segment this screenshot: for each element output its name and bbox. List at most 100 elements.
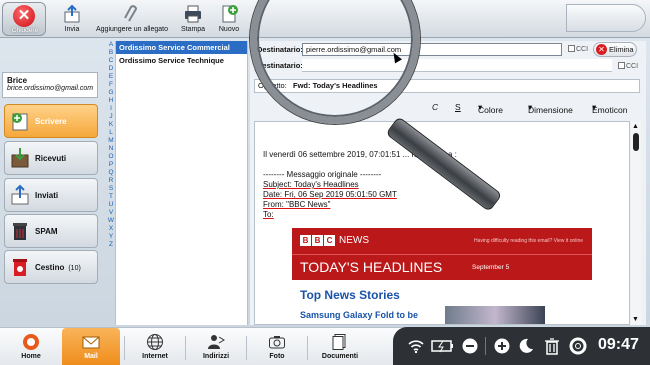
contacts-icon xyxy=(208,335,225,349)
alphabet-letter[interactable]: N xyxy=(107,145,115,153)
task-mail[interactable]: Mail xyxy=(62,328,120,365)
task-contacts[interactable]: Indirizzi xyxy=(187,328,245,365)
underline-button[interactable]: S xyxy=(455,102,461,112)
moon-icon[interactable] xyxy=(517,337,535,355)
globe-icon xyxy=(147,334,163,350)
top-news-heading: Top News Stories xyxy=(300,288,400,302)
view-online-note[interactable]: Having difficulty reading this email? Vi… xyxy=(474,238,583,244)
folder-trash[interactable]: Cestino (10) xyxy=(4,250,98,284)
folder-label: Scrivere xyxy=(35,117,67,126)
spam-bin-icon xyxy=(13,223,27,240)
new-button[interactable]: Nuovo xyxy=(216,2,242,36)
recipient-input[interactable]: pierre.ordissimo@gmail.com xyxy=(302,43,562,56)
send-button[interactable]: Invia xyxy=(58,2,86,36)
paperclip-icon xyxy=(124,5,138,22)
alphabet-letter[interactable]: O xyxy=(107,153,115,161)
contacts-list: Ordissimo Service Commercial Ordissimo S… xyxy=(115,41,248,325)
alphabet-letter[interactable]: F xyxy=(107,81,115,89)
alphabet-letter[interactable]: Y xyxy=(107,233,115,241)
contact-item[interactable]: Ordissimo Service Commercial xyxy=(116,41,247,54)
alphabet-letter[interactable]: L xyxy=(107,129,115,137)
scroll-thumb[interactable] xyxy=(633,133,639,151)
to-label: Destinatario: xyxy=(257,45,303,54)
alphabet-letter[interactable]: Q xyxy=(107,169,115,177)
help-lifebuoy-icon[interactable] xyxy=(569,337,587,355)
italic-button[interactable]: C xyxy=(432,102,438,112)
alphabet-letter[interactable]: R xyxy=(107,177,115,185)
banner-date: September 5 xyxy=(472,264,510,271)
alphabet-letter[interactable]: J xyxy=(107,113,115,121)
bbc-logo: B B C NEWS xyxy=(300,235,369,246)
user-name: Brice xyxy=(7,76,28,85)
new-document-icon xyxy=(222,5,238,23)
message-editor[interactable]: Il venerdì 06 settembre 2019, 07:01:51 .… xyxy=(254,121,630,325)
alphabet-letter[interactable]: T xyxy=(107,193,115,201)
bcc-checkbox[interactable]: CCI xyxy=(568,45,588,53)
bbc-banner: B B C NEWS Having difficulty reading this e… xyxy=(292,228,592,280)
recipient-input-2[interactable] xyxy=(302,59,612,72)
alphabet-letter[interactable]: Z xyxy=(107,241,115,249)
folder-spam[interactable]: SPAM xyxy=(4,214,98,248)
task-photos[interactable]: Foto xyxy=(248,328,306,365)
trash-icon xyxy=(13,259,27,276)
clock: 09:47 xyxy=(598,336,639,353)
wifi-icon[interactable] xyxy=(407,337,425,355)
alphabet-letter[interactable]: S xyxy=(107,185,115,193)
print-label: Stampa xyxy=(180,26,206,33)
scroll-up-icon[interactable]: ▲ xyxy=(632,123,639,130)
alphabet-letter[interactable]: W xyxy=(107,217,115,225)
folder-label: Cestino (10) xyxy=(35,263,81,272)
size-dropdown[interactable]: Dimensione ▾ xyxy=(528,102,573,115)
forward-intro: Il venerdì 06 settembre 2019, 07:01:51 .… xyxy=(263,150,457,159)
to2-label: Destinatario: xyxy=(257,61,303,70)
delete-label: Elimina xyxy=(609,45,634,54)
toolbar-end-cap xyxy=(566,4,646,32)
documents-icon xyxy=(332,334,346,350)
attach-button[interactable]: Aggiungere un allegato xyxy=(94,2,170,36)
task-home[interactable]: Home xyxy=(2,328,60,365)
emoticon-dropdown[interactable]: Emoticon ▾ xyxy=(592,102,627,115)
story-link[interactable]: Samsung Galaxy Fold to be xyxy=(300,310,418,320)
alphabet-letter[interactable]: I xyxy=(107,105,115,113)
alphabet-letter[interactable]: C xyxy=(107,57,115,65)
zoom-out-icon[interactable] xyxy=(461,337,479,355)
taskbar-separator xyxy=(124,336,125,360)
alphabet-letter[interactable]: E xyxy=(107,73,115,81)
mail-icon xyxy=(82,336,100,349)
system-tray: 09:47 xyxy=(393,327,650,365)
scroll-down-icon[interactable]: ▼ xyxy=(632,316,639,323)
editor-scrollbar[interactable]: ▲ ▼ xyxy=(631,121,641,325)
contact-item[interactable]: Ordissimo Service Technique xyxy=(116,54,247,67)
alphabet-letter[interactable]: D xyxy=(107,65,115,73)
alphabet-letter[interactable]: G xyxy=(107,89,115,97)
folder-sent[interactable]: Inviati xyxy=(4,178,98,212)
alphabet-letter[interactable]: X xyxy=(107,225,115,233)
alphabet-letter[interactable]: V xyxy=(107,209,115,217)
home-icon xyxy=(23,334,39,350)
close-button[interactable]: ✕ Chiudere xyxy=(2,2,46,36)
alphabet-letter[interactable]: H xyxy=(107,97,115,105)
sent-icon xyxy=(11,184,29,205)
delete-button[interactable]: ✕ Elimina xyxy=(593,42,637,57)
trash-bin-icon[interactable] xyxy=(543,337,561,355)
tray-separator xyxy=(485,337,486,355)
alphabet-letter[interactable]: B xyxy=(107,49,115,57)
folder-compose[interactable]: Scrivere xyxy=(4,104,98,138)
alphabet-letter[interactable]: U xyxy=(107,201,115,209)
folder-inbox[interactable]: Ricevuti xyxy=(4,141,98,175)
alphabet-letter[interactable]: K xyxy=(107,121,115,129)
subject-input[interactable]: Fwd: Today's Headlines xyxy=(254,79,640,93)
task-documents[interactable]: Documenti xyxy=(309,328,371,365)
alphabet-letter[interactable]: P xyxy=(107,161,115,169)
banner-headline: TODAY'S HEADLINES xyxy=(300,259,443,275)
bcc-checkbox-2[interactable]: CCI xyxy=(618,62,638,70)
task-internet[interactable]: Internet xyxy=(126,328,184,365)
format-toolbar: C S Colore ▾ Dimensione ▾ Emoticon ▾ xyxy=(254,99,640,115)
alphabet-letter[interactable]: A xyxy=(107,41,115,49)
print-button[interactable]: Stampa xyxy=(178,2,208,36)
taskbar-separator xyxy=(307,336,308,360)
alphabet-letter[interactable]: M xyxy=(107,137,115,145)
battery-charging-icon[interactable] xyxy=(431,337,455,355)
zoom-in-icon[interactable] xyxy=(493,337,511,355)
color-dropdown[interactable]: Colore ▾ xyxy=(478,102,503,115)
